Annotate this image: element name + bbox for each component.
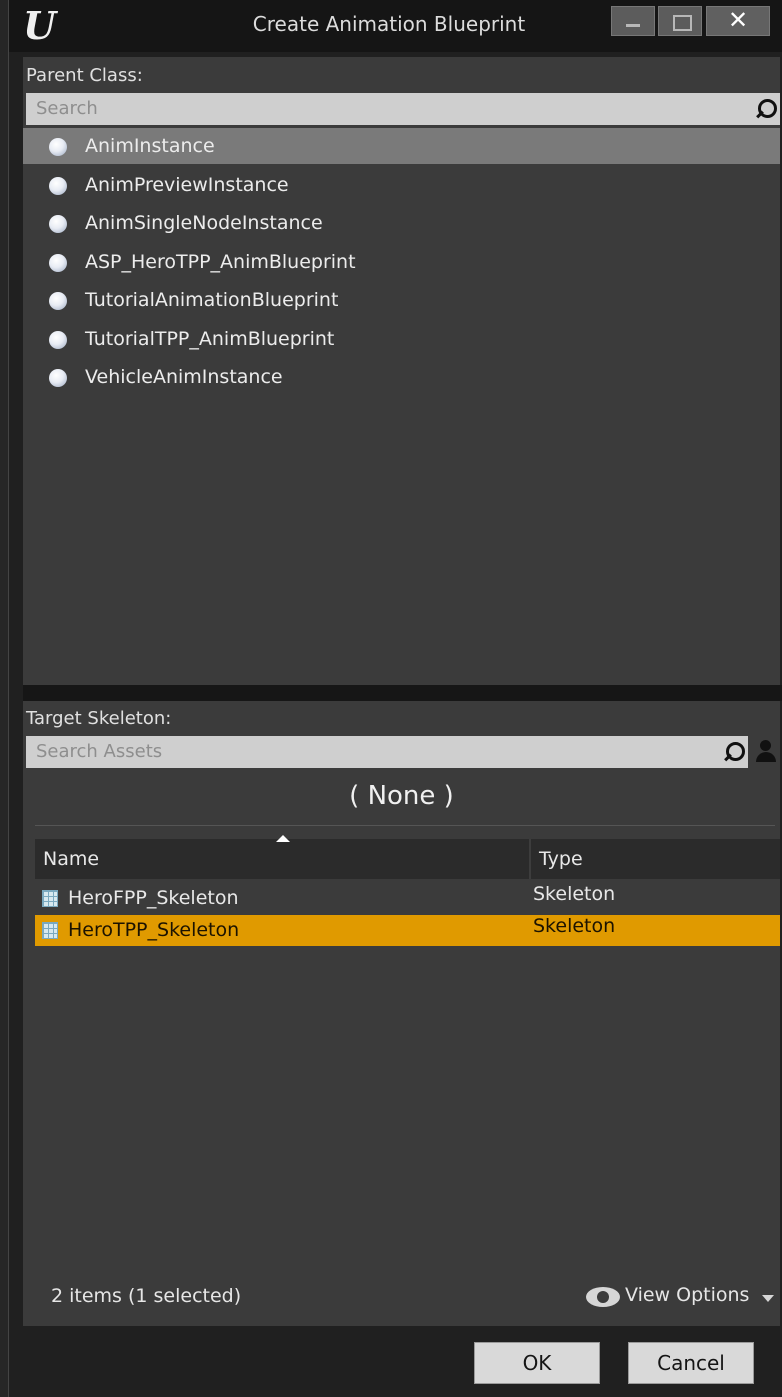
column-header-type[interactable]: Type	[539, 848, 583, 870]
search-icon[interactable]	[754, 98, 777, 120]
chevron-down-icon	[762, 1295, 774, 1302]
background-window-edge	[0, 0, 9, 1397]
minimize-button[interactable]	[611, 6, 655, 36]
class-sphere-icon	[49, 176, 67, 195]
column-header-name[interactable]: Name	[43, 848, 99, 870]
class-list-item[interactable]: AnimPreviewInstance	[23, 167, 780, 203]
class-list-item-label: VehicleAnimInstance	[85, 366, 283, 388]
title-bar[interactable]: U Create Animation Blueprint ✕	[9, 0, 782, 52]
asset-type: Skeleton	[533, 915, 616, 937]
person-icon[interactable]	[755, 739, 777, 763]
class-list-item[interactable]: VehicleAnimInstance	[23, 359, 780, 395]
search-placeholder: Search Assets	[36, 741, 163, 762]
skeleton-asset-icon	[42, 890, 58, 907]
cancel-button[interactable]: Cancel	[628, 1342, 754, 1384]
selected-skeleton-value: ( None )	[349, 781, 454, 811]
view-options-label: View Options	[625, 1284, 750, 1306]
close-button[interactable]: ✕	[706, 6, 770, 36]
create-animation-blueprint-dialog: U Create Animation Blueprint ✕ Parent Cl…	[9, 0, 782, 1397]
asset-table-row[interactable]: HeroFPP_Skeleton Skeleton	[35, 883, 780, 914]
class-list-item-label: AnimPreviewInstance	[85, 173, 289, 196]
skeleton-asset-icon	[42, 922, 58, 939]
panel-splitter[interactable]	[23, 685, 782, 701]
parent-class-panel: Parent Class: Search AnimInstance AnimPre…	[23, 57, 780, 685]
asset-table-row[interactable]: HeroTPP_Skeleton Skeleton	[35, 915, 780, 946]
item-count-status: 2 items (1 selected)	[51, 1285, 242, 1307]
parent-class-label: Parent Class:	[26, 65, 143, 86]
column-separator[interactable]	[529, 839, 531, 879]
class-list-item-label: AnimInstance	[85, 135, 215, 157]
class-sphere-icon	[49, 138, 67, 156]
target-skeleton-label: Target Skeleton:	[26, 708, 172, 729]
search-icon[interactable]	[722, 741, 745, 763]
class-list-item-label: TutorialTPP_AnimBlueprint	[85, 327, 335, 350]
sort-ascending-icon[interactable]	[276, 835, 290, 842]
class-sphere-icon	[49, 369, 67, 387]
asset-name: HeroFPP_Skeleton	[68, 887, 239, 909]
class-list-item[interactable]: AnimInstance	[23, 128, 780, 164]
class-list-item-label: TutorialAnimationBlueprint	[85, 289, 339, 311]
class-list-item-label: ASP_HeroTPP_AnimBlueprint	[85, 250, 356, 273]
class-list-item[interactable]: TutorialTPP_AnimBlueprint	[23, 321, 780, 357]
asset-name: HeroTPP_Skeleton	[68, 919, 240, 941]
target-skeleton-panel: Target Skeleton: Search Assets ( None ) …	[23, 701, 780, 1326]
asset-type: Skeleton	[533, 883, 616, 905]
class-list-item-label: AnimSingleNodeInstance	[85, 212, 323, 234]
search-placeholder: Search	[36, 98, 98, 119]
class-list-item[interactable]: AnimSingleNodeInstance	[23, 205, 780, 241]
class-sphere-icon	[49, 215, 67, 233]
asset-search-input[interactable]: Search Assets	[26, 736, 748, 768]
class-list-item[interactable]: ASP_HeroTPP_AnimBlueprint	[23, 244, 780, 280]
parent-class-search-input[interactable]: Search	[26, 93, 780, 125]
class-sphere-icon	[49, 330, 67, 349]
class-list-item[interactable]: TutorialAnimationBlueprint	[23, 282, 780, 318]
divider	[35, 825, 775, 826]
class-sphere-icon	[49, 292, 67, 310]
asset-table-header: Name Type	[35, 835, 780, 879]
window-title: Create Animation Blueprint	[252, 12, 526, 36]
ok-button[interactable]: OK	[474, 1342, 600, 1384]
class-sphere-icon	[49, 253, 67, 272]
eye-icon	[586, 1287, 620, 1307]
maximize-button[interactable]	[658, 6, 702, 36]
